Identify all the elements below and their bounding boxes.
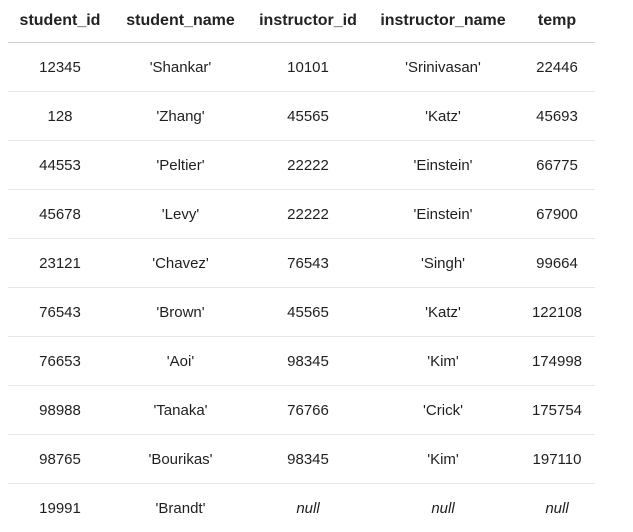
cell-student-name: 'Levy': [112, 190, 249, 239]
cell-temp: 66775: [519, 141, 595, 190]
cell-instructor-id: 98345: [249, 337, 367, 386]
cell-temp: 122108: [519, 288, 595, 337]
cell-student-id: 128: [8, 92, 112, 141]
cell-instructor-name: 'Singh': [367, 239, 519, 288]
cell-student-id: 98765: [8, 435, 112, 484]
cell-student-name: 'Aoi': [112, 337, 249, 386]
cell-student-name: 'Bourikas': [112, 435, 249, 484]
cell-student-id: 19991: [8, 484, 112, 532]
cell-student-name: 'Tanaka': [112, 386, 249, 435]
cell-temp: 99664: [519, 239, 595, 288]
cell-instructor-id: 98345: [249, 435, 367, 484]
table-row: 19991 'Brandt' null null null: [8, 484, 595, 532]
column-header-instructor-name: instructor_name: [367, 0, 519, 43]
cell-instructor-id: 22222: [249, 190, 367, 239]
cell-temp-null: null: [519, 484, 595, 532]
column-header-temp: temp: [519, 0, 595, 43]
column-header-student-name: student_name: [112, 0, 249, 43]
table-row: 44553 'Peltier' 22222 'Einstein' 66775: [8, 141, 595, 190]
cell-student-name: 'Brown': [112, 288, 249, 337]
table-row: 128 'Zhang' 45565 'Katz' 45693: [8, 92, 595, 141]
cell-student-name: 'Shankar': [112, 43, 249, 92]
cell-instructor-id: 76543: [249, 239, 367, 288]
cell-student-id: 76653: [8, 337, 112, 386]
cell-instructor-id: 22222: [249, 141, 367, 190]
cell-instructor-name: 'Katz': [367, 288, 519, 337]
cell-instructor-name: 'Einstein': [367, 141, 519, 190]
cell-instructor-id: 45565: [249, 92, 367, 141]
result-table-container: student_id student_name instructor_id in…: [8, 0, 595, 532]
cell-instructor-name: 'Kim': [367, 337, 519, 386]
cell-student-name: 'Peltier': [112, 141, 249, 190]
cell-temp: 22446: [519, 43, 595, 92]
table-row: 76543 'Brown' 45565 'Katz' 122108: [8, 288, 595, 337]
table-row: 45678 'Levy' 22222 'Einstein' 67900: [8, 190, 595, 239]
cell-instructor-name-null: null: [367, 484, 519, 532]
cell-student-id: 98988: [8, 386, 112, 435]
cell-temp: 45693: [519, 92, 595, 141]
cell-student-name: 'Chavez': [112, 239, 249, 288]
cell-student-name: 'Brandt': [112, 484, 249, 532]
column-header-student-id: student_id: [8, 0, 112, 43]
table-row: 12345 'Shankar' 10101 'Srinivasan' 22446: [8, 43, 595, 92]
cell-instructor-id: 10101: [249, 43, 367, 92]
cell-instructor-name: 'Kim': [367, 435, 519, 484]
cell-temp: 67900: [519, 190, 595, 239]
table-header-row: student_id student_name instructor_id in…: [8, 0, 595, 43]
cell-student-name: 'Zhang': [112, 92, 249, 141]
cell-student-id: 45678: [8, 190, 112, 239]
cell-instructor-id: 45565: [249, 288, 367, 337]
cell-instructor-name: 'Katz': [367, 92, 519, 141]
table-row: 98988 'Tanaka' 76766 'Crick' 175754: [8, 386, 595, 435]
cell-student-id: 44553: [8, 141, 112, 190]
cell-instructor-id: 76766: [249, 386, 367, 435]
result-table: student_id student_name instructor_id in…: [8, 0, 595, 532]
cell-instructor-name: 'Einstein': [367, 190, 519, 239]
cell-instructor-name: 'Srinivasan': [367, 43, 519, 92]
cell-temp: 175754: [519, 386, 595, 435]
table-row: 98765 'Bourikas' 98345 'Kim' 197110: [8, 435, 595, 484]
cell-temp: 174998: [519, 337, 595, 386]
cell-instructor-id-null: null: [249, 484, 367, 532]
cell-instructor-name: 'Crick': [367, 386, 519, 435]
table-row: 23121 'Chavez' 76543 'Singh' 99664: [8, 239, 595, 288]
cell-student-id: 23121: [8, 239, 112, 288]
table-row: 76653 'Aoi' 98345 'Kim' 174998: [8, 337, 595, 386]
cell-temp: 197110: [519, 435, 595, 484]
cell-student-id: 76543: [8, 288, 112, 337]
cell-student-id: 12345: [8, 43, 112, 92]
column-header-instructor-id: instructor_id: [249, 0, 367, 43]
